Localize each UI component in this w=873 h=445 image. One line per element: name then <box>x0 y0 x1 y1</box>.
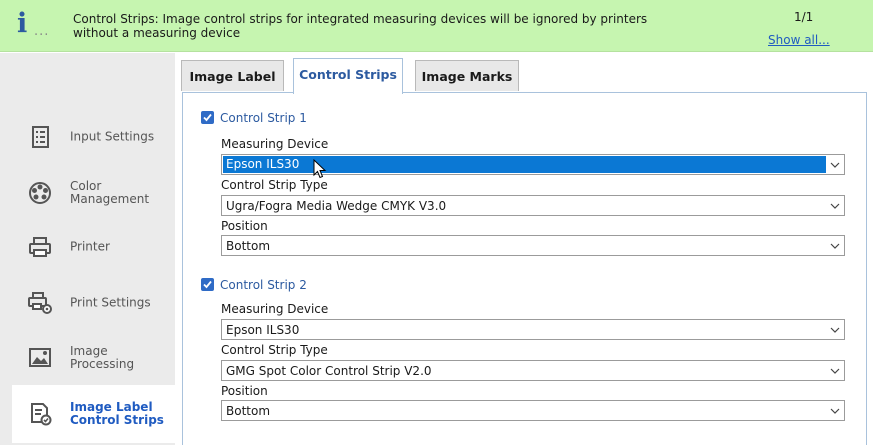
sidebar-item-label: Print Settings <box>70 295 151 310</box>
printer-icon <box>29 237 51 257</box>
position-1-label: Position <box>221 219 268 233</box>
select-value: Bottom <box>226 404 271 418</box>
sidebar-item-color-management[interactable]: Color Management <box>12 165 175 221</box>
checkmark-icon <box>203 113 212 122</box>
control-strip-2-label[interactable]: Control Strip 2 <box>220 278 307 292</box>
color-management-icon <box>29 182 51 204</box>
select-value: Epson ILS30 <box>226 323 300 337</box>
tab-image-marks[interactable]: Image Marks <box>415 60 519 91</box>
info-icon: i <box>17 8 28 39</box>
select-value: Bottom <box>226 239 271 253</box>
position-2-select[interactable]: Bottom <box>221 400 845 421</box>
sidebar-item-label: Image Label Control Strips <box>70 400 164 427</box>
tab-image-label[interactable]: Image Label <box>181 60 284 91</box>
image-label-icon <box>31 403 52 426</box>
sidebar-item-image-label-control-strips[interactable]: Image Label Control Strips <box>12 385 175 443</box>
control-strip-1-checkbox[interactable] <box>201 111 214 124</box>
banner-count: 1/1 <box>794 10 814 24</box>
banner-message: Control Strips: Image control strips for… <box>73 12 648 40</box>
measuring-device-2-label: Measuring Device <box>221 302 329 316</box>
sidebar: Input Settings Color Management Printer … <box>0 53 175 445</box>
select-value: Epson ILS30 <box>226 157 300 171</box>
chevron-down-icon <box>830 243 840 249</box>
show-all-link[interactable]: Show all... <box>768 33 830 47</box>
sidebar-item-label: Image Processing <box>70 344 135 371</box>
chevron-down-icon <box>830 408 840 414</box>
sidebar-item-label: Color Management <box>70 179 150 206</box>
sidebar-item-image-processing[interactable]: Image Processing <box>12 330 175 386</box>
control-strip-1-label[interactable]: Control Strip 1 <box>220 111 307 125</box>
control-strip-type-2-label: Control Strip Type <box>221 343 328 357</box>
select-value: Ugra/Fogra Media Wedge CMYK V3.0 <box>226 199 447 213</box>
control-strip-type-1-select[interactable]: Ugra/Fogra Media Wedge CMYK V3.0 <box>221 195 845 216</box>
chevron-down-icon <box>830 327 840 333</box>
sidebar-item-input-settings[interactable]: Input Settings <box>12 109 175 165</box>
position-2-label: Position <box>221 384 268 398</box>
chevron-down-icon <box>830 203 840 209</box>
select-value: GMG Spot Color Control Strip V2.0 <box>226 364 432 378</box>
print-settings-icon <box>28 292 52 314</box>
measuring-device-1-label: Measuring Device <box>221 137 329 151</box>
chevron-down-icon <box>830 368 840 374</box>
mouse-cursor-icon <box>313 159 327 179</box>
chevron-down-icon <box>830 162 840 168</box>
tab-control-strips[interactable]: Control Strips <box>293 58 403 94</box>
sidebar-item-printer[interactable]: Printer <box>12 219 175 275</box>
input-settings-icon <box>32 126 49 148</box>
sidebar-item-label: Printer <box>70 239 110 254</box>
sidebar-item-print-settings[interactable]: Print Settings <box>12 275 175 331</box>
checkmark-icon <box>203 280 212 289</box>
control-strip-type-2-select[interactable]: GMG Spot Color Control Strip V2.0 <box>221 360 845 381</box>
position-1-select[interactable]: Bottom <box>221 235 845 256</box>
control-strip-2-checkbox[interactable] <box>201 278 214 291</box>
measuring-device-2-select[interactable]: Epson ILS30 <box>221 319 845 340</box>
sidebar-item-label: Input Settings <box>70 129 155 144</box>
control-strip-type-1-label: Control Strip Type <box>221 178 328 192</box>
info-banner: i ... Control Strips: Image control stri… <box>0 0 873 52</box>
image-processing-icon <box>29 348 51 367</box>
info-dots: ... <box>34 24 50 39</box>
